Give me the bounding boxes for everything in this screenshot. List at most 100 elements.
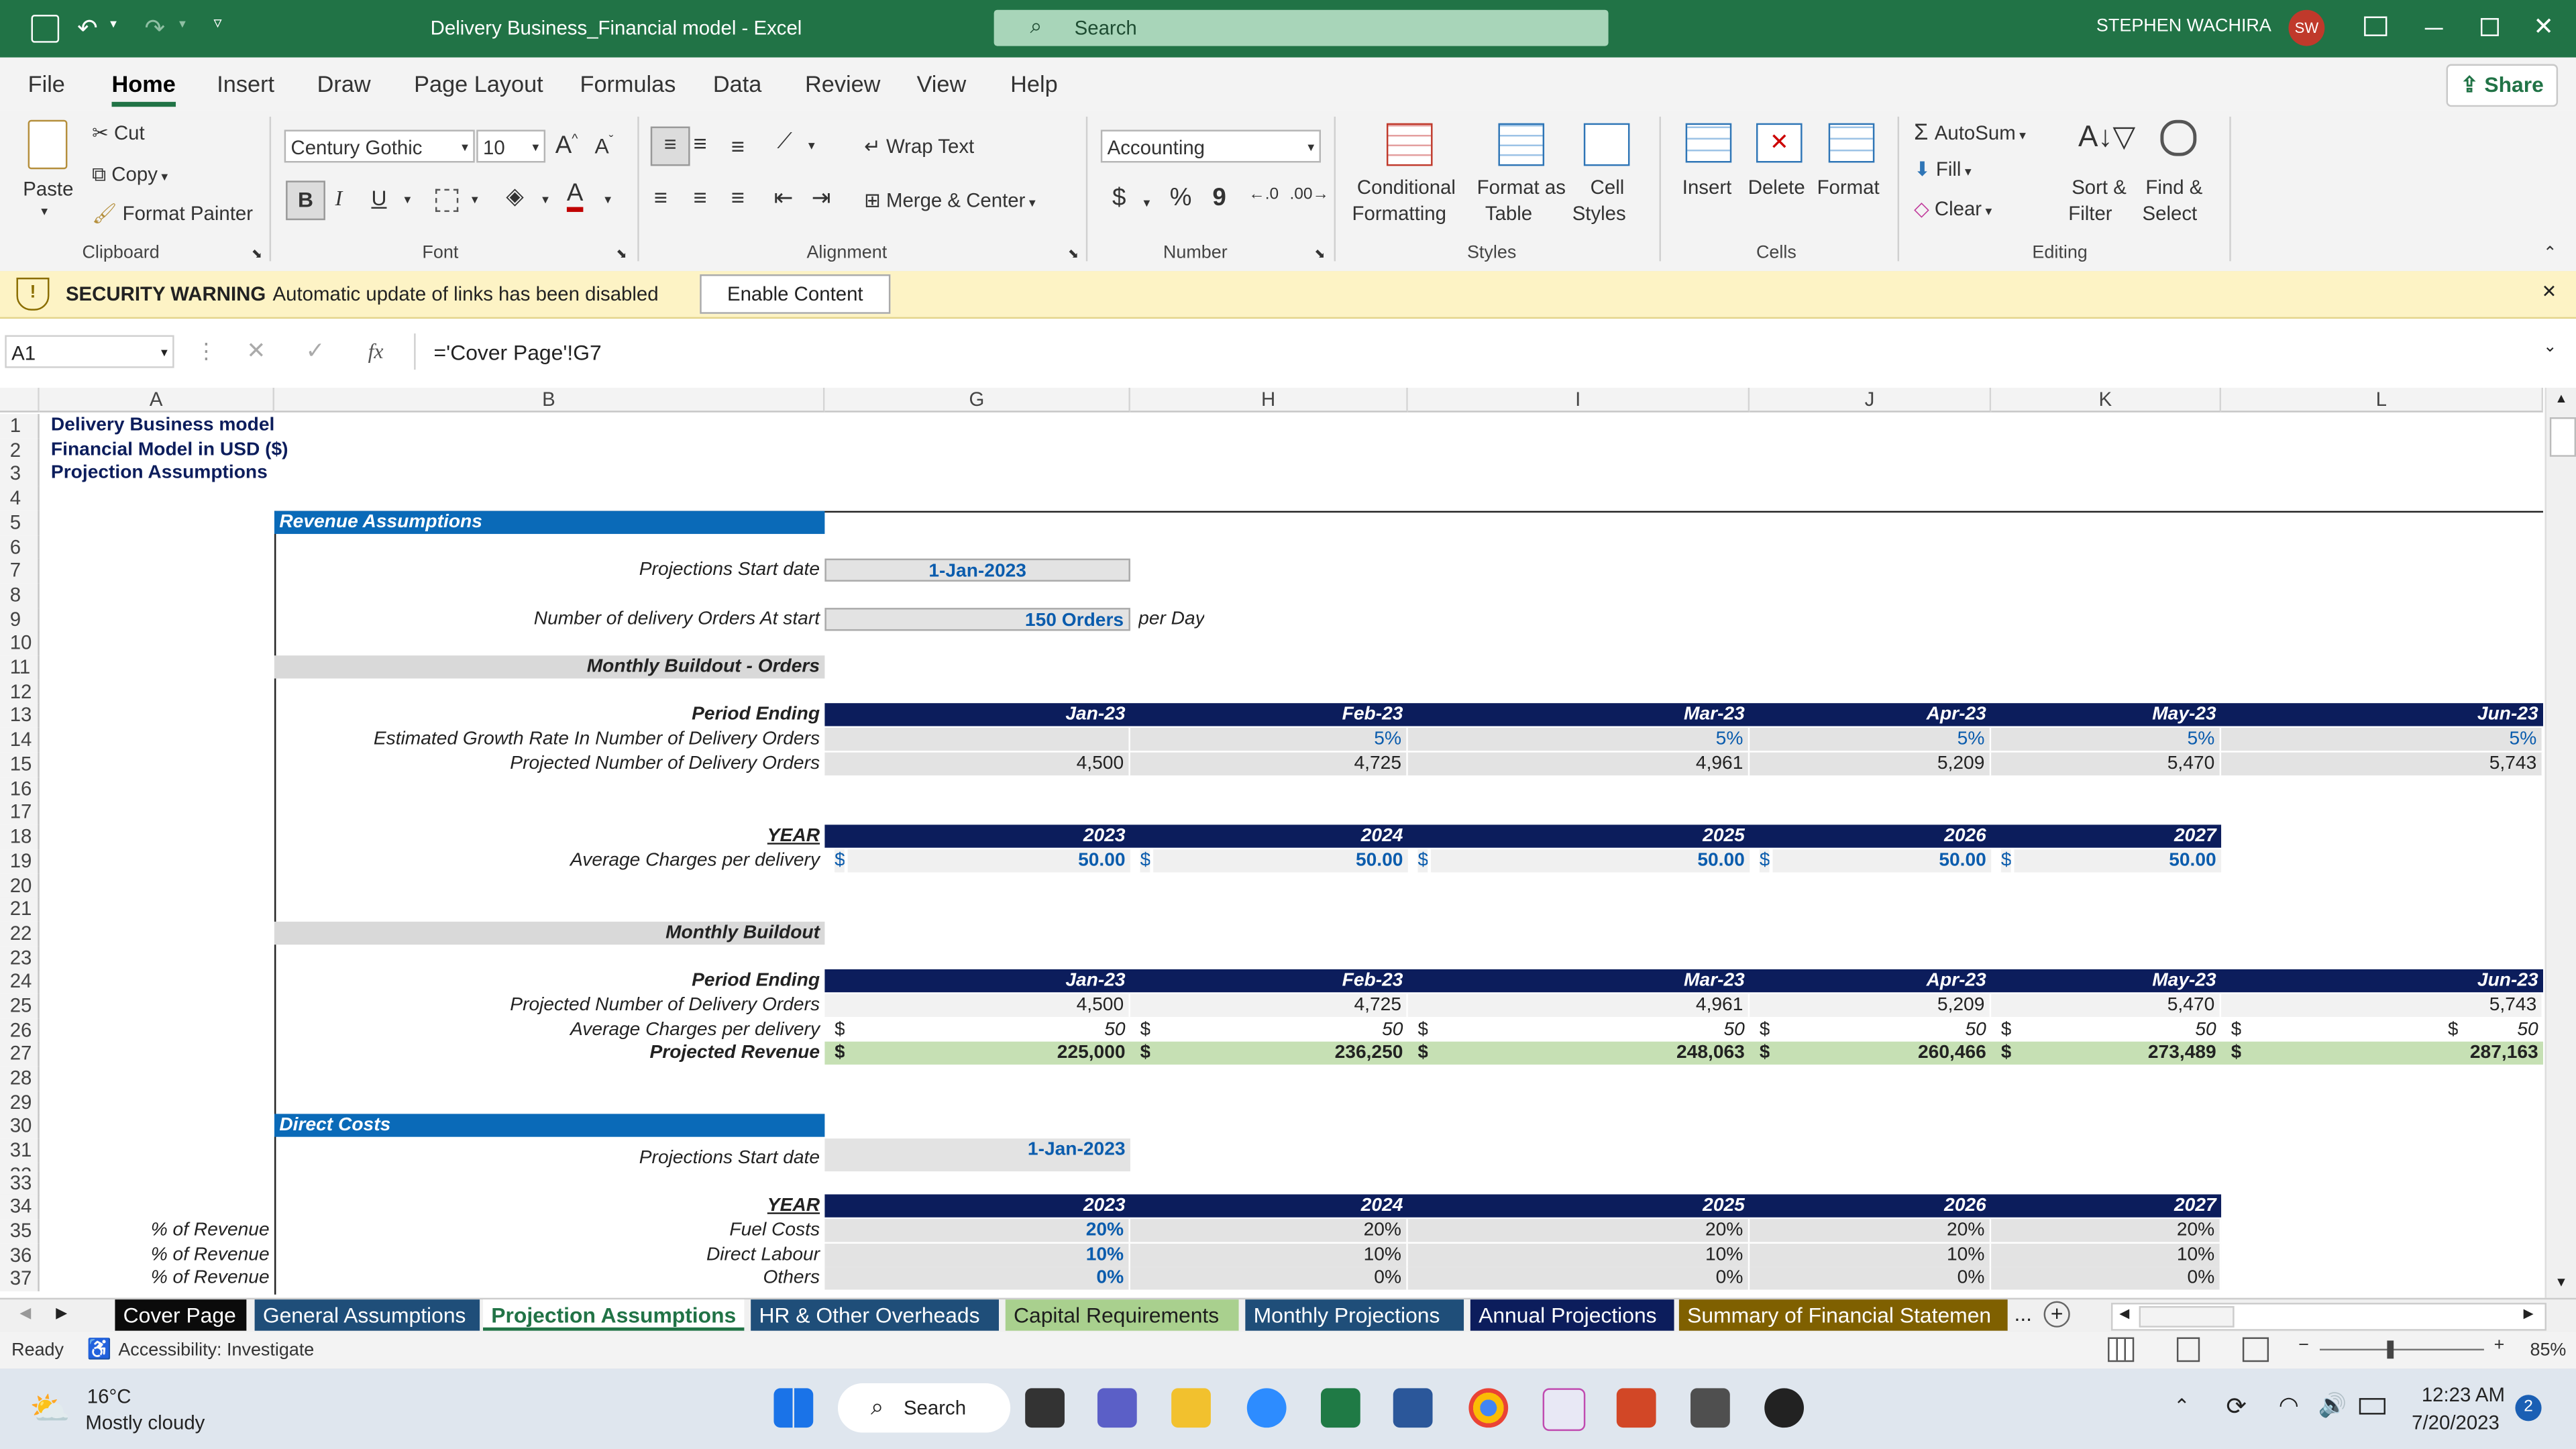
avg-charges-month-cell[interactable]: 50 — [1153, 1018, 1408, 1041]
expand-formula-icon[interactable]: ⌄ — [2543, 338, 2557, 356]
avg-charges-year-cell[interactable]: 50.00 — [1772, 849, 1992, 873]
orders-unit-label[interactable]: per Day — [1138, 608, 1205, 631]
snipping-tool-icon[interactable] — [1542, 1388, 1586, 1432]
avg-charges-month-cell[interactable]: 50 — [1431, 1018, 1750, 1041]
decrease-font-icon[interactable]: Aˇ — [595, 133, 614, 158]
select-all-corner[interactable] — [0, 387, 40, 413]
tab-scroll-left-icon[interactable]: ◀ — [19, 1305, 31, 1323]
zoom-app-icon[interactable] — [1246, 1388, 1287, 1428]
projection-start-label[interactable]: Projections Start date — [274, 559, 824, 582]
projected-orders-cell[interactable]: 5,470 — [1991, 994, 2222, 1017]
projection-start-label-2[interactable]: Projections Start date — [274, 1146, 824, 1169]
insert-cells-button[interactable]: Insert — [1676, 120, 1741, 235]
font-name-select[interactable]: Century Gothic ▾ — [284, 129, 475, 163]
task-view-icon[interactable] — [1025, 1388, 1065, 1428]
period-ending-label-2[interactable]: Period Ending — [274, 969, 824, 992]
format-painter-button[interactable]: 🖌 Format Painter — [92, 202, 253, 225]
format-as-table-button[interactable]: Format as Table — [1475, 120, 1567, 235]
enter-icon[interactable]: ✓ — [306, 337, 325, 365]
menu-page-layout[interactable]: Page Layout — [414, 70, 543, 97]
media-player-icon[interactable] — [1764, 1388, 1805, 1428]
orders-at-start-value[interactable]: 150 Orders — [824, 608, 1130, 631]
horizontal-scrollbar[interactable]: ◀ ▶ — [2110, 1303, 2546, 1331]
weather-icon[interactable]: ⛅ — [30, 1388, 70, 1429]
row-header[interactable]: 4 — [0, 486, 40, 511]
dialog-launcher-icon[interactable]: ⬊ — [1068, 246, 1079, 261]
menu-home[interactable]: Home — [111, 70, 176, 107]
growth-rate-cell[interactable]: 5% — [1750, 727, 1992, 751]
projection-start-value-2[interactable]: 1-Jan-2023 — [824, 1138, 1130, 1172]
hscroll-thumb[interactable] — [2139, 1305, 2235, 1328]
accessibility-status[interactable]: Accessibility: Investigate — [118, 1340, 314, 1360]
row-header[interactable]: 16 — [0, 777, 40, 802]
year-header[interactable]: 2026 — [1750, 824, 1991, 847]
top-align-icon[interactable]: ≡ — [650, 126, 690, 166]
battery-icon[interactable] — [2359, 1398, 2385, 1415]
formula-input[interactable]: ='Cover Page'!G7 — [414, 333, 2535, 370]
redo-icon[interactable]: ↷ — [145, 13, 166, 43]
bold-button[interactable]: B — [286, 180, 325, 221]
direct-costs-header[interactable]: Direct Costs — [274, 1114, 825, 1137]
powerpoint-icon[interactable] — [1616, 1388, 1656, 1428]
growth-rate-cell[interactable]: 5% — [2221, 727, 2544, 751]
sheet-tab[interactable]: HR & Other Overheads — [751, 1299, 999, 1331]
font-color-icon[interactable]: A — [566, 180, 584, 212]
row-header[interactable]: 15 — [0, 752, 40, 777]
avg-charges-month-cell[interactable]: 50 — [1772, 1018, 1991, 1041]
dialog-launcher-icon[interactable]: ⬊ — [252, 246, 262, 261]
calculator-icon[interactable] — [1690, 1388, 1730, 1428]
delete-cells-button[interactable]: ✕ Delete — [1746, 120, 1812, 235]
hscroll-left-icon[interactable]: ◀ — [2119, 1306, 2129, 1321]
column-header-l[interactable]: L — [2221, 387, 2544, 413]
row-header[interactable]: 10 — [0, 631, 40, 655]
zoom-slider[interactable] — [2319, 1348, 2484, 1351]
year-header[interactable]: 2023 — [824, 1194, 1130, 1217]
year-header[interactable]: 2024 — [1130, 1194, 1408, 1217]
column-header-g[interactable]: G — [824, 387, 1130, 413]
scroll-up-icon[interactable]: ▲ — [2555, 391, 2567, 406]
word-icon[interactable] — [1393, 1388, 1433, 1428]
column-header-i[interactable]: I — [1407, 387, 1750, 413]
wifi-icon[interactable]: ◠ — [2279, 1391, 2299, 1419]
direct-labour-cell[interactable]: 10% — [1750, 1243, 1992, 1267]
row-header[interactable]: 6 — [0, 535, 40, 560]
page-break-view-icon[interactable] — [2242, 1337, 2269, 1362]
column-header-k[interactable]: K — [1991, 387, 2222, 413]
chevron-down-icon[interactable]: ▾ — [604, 193, 611, 207]
undo-dropdown-icon[interactable]: ▾ — [110, 16, 117, 31]
projected-revenue-cell[interactable]: 260,466 — [1772, 1042, 1991, 1065]
column-header-h[interactable]: H — [1130, 387, 1408, 413]
menu-insert[interactable]: Insert — [217, 70, 274, 97]
avg-charges-month-cell[interactable]: 50 — [2244, 1018, 2543, 1041]
zoom-in-icon[interactable]: + — [2494, 1336, 2505, 1355]
period-ending-label[interactable]: Period Ending — [274, 703, 824, 726]
month-header[interactable]: Feb-23 — [1130, 969, 1408, 992]
tab-scroll-right-icon[interactable]: ▶ — [56, 1305, 67, 1323]
column-header-j[interactable]: J — [1750, 387, 1992, 413]
row-header[interactable]: 3 — [0, 462, 40, 486]
projected-revenue-cell[interactable]: 248,063 — [1431, 1042, 1750, 1065]
month-header[interactable]: Apr-23 — [1750, 969, 1991, 992]
chevron-down-icon[interactable]: ▾ — [472, 193, 478, 207]
orientation-icon[interactable]: ⟋ — [777, 128, 792, 154]
share-button[interactable]: ⇪ Share — [2446, 64, 2559, 107]
projected-orders-cell[interactable]: 5,743 — [2221, 752, 2544, 775]
pct-of-revenue-label-1[interactable]: % of Revenue — [40, 1219, 274, 1242]
insert-function-icon[interactable]: fx — [368, 338, 384, 364]
fill-color-icon[interactable]: ◈ — [506, 182, 523, 211]
menu-help[interactable]: Help — [1010, 70, 1058, 97]
row-header[interactable]: 5 — [0, 511, 40, 535]
direct-labour-cell[interactable]: 10% — [824, 1243, 1130, 1267]
row-header[interactable]: 9 — [0, 608, 40, 633]
sheet-tab[interactable]: General Assumptions — [254, 1299, 480, 1331]
row-header[interactable]: 23 — [0, 946, 40, 971]
restore-icon[interactable] — [2480, 17, 2499, 36]
underline-button[interactable]: U — [371, 186, 386, 211]
accessibility-icon[interactable]: ♿ — [87, 1337, 112, 1360]
fuel-costs-cell[interactable]: 20% — [824, 1219, 1130, 1242]
chevron-down-icon[interactable]: ▾ — [542, 193, 549, 207]
collapse-ribbon-icon[interactable]: ⌃ — [2543, 245, 2557, 263]
menu-formulas[interactable]: Formulas — [580, 70, 676, 97]
projected-revenue-cell[interactable]: 225,000 — [848, 1042, 1130, 1065]
autosum-button[interactable]: Σ AutoSum ▾ — [1914, 118, 2026, 144]
